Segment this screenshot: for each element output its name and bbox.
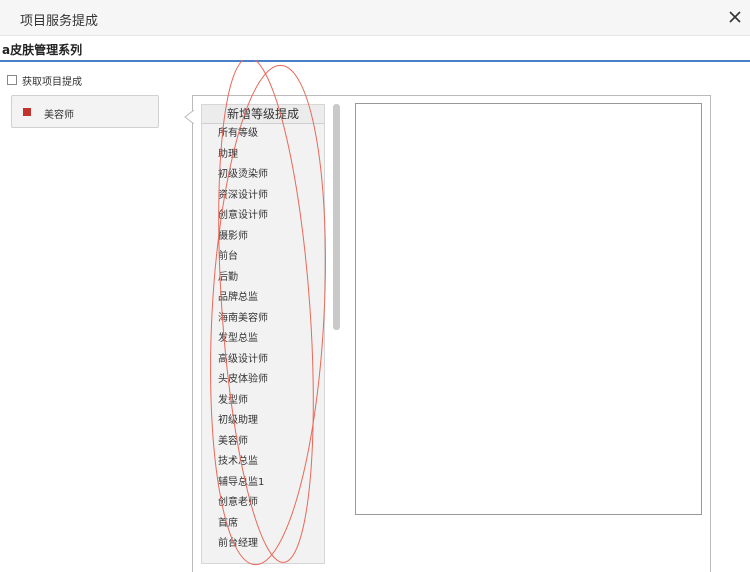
- level-item[interactable]: 辅导总监1: [202, 473, 324, 494]
- level-item[interactable]: 发型师: [202, 391, 324, 412]
- level-item[interactable]: 初级助理: [202, 411, 324, 432]
- pointer-arrow-icon: [184, 110, 194, 124]
- category-color-swatch: [23, 108, 31, 116]
- level-items: 所有等级 助理 初级烫染师 资深设计师 创意设计师 摄影师 前台 后勤 品牌总监 海南美容师 发型总…: [202, 124, 324, 555]
- level-item[interactable]: 美容师: [202, 432, 324, 453]
- fetch-commission-checkbox[interactable]: [7, 75, 17, 85]
- fetch-commission-row[interactable]: 获取项目提成: [7, 72, 82, 88]
- level-item[interactable]: 助理: [202, 145, 324, 166]
- level-item[interactable]: 前台经理: [202, 534, 324, 555]
- dialog-titlebar: 项目服务提成: [0, 0, 750, 36]
- project-commission-dialog: 项目服务提成 a皮肤管理系列 获取项目提成 美容师 新增等级提成 所有等级 助理初…: [0, 0, 750, 572]
- add-level-commission-button[interactable]: 新增等级提成: [202, 105, 324, 124]
- level-item[interactable]: 高级设计师: [202, 350, 324, 371]
- level-item[interactable]: 创意老师: [202, 493, 324, 514]
- dialog-title: 项目服务提成: [20, 14, 99, 29]
- level-item[interactable]: 技术总监: [202, 452, 324, 473]
- category-item-beautician[interactable]: 美容师: [11, 95, 159, 128]
- level-item[interactable]: 发型总监: [202, 329, 324, 350]
- series-tab-bar: a皮肤管理系列: [0, 36, 750, 62]
- fetch-commission-label: 获取项目提成: [22, 76, 82, 88]
- level-item[interactable]: 所有等级: [202, 124, 324, 145]
- level-item[interactable]: 摄影师: [202, 227, 324, 248]
- level-item[interactable]: 首席: [202, 514, 324, 535]
- level-list-scrollbar[interactable]: [333, 104, 340, 330]
- level-item[interactable]: 品牌总监: [202, 288, 324, 309]
- category-label: 美容师: [44, 110, 74, 121]
- level-item[interactable]: 前台: [202, 247, 324, 268]
- level-item[interactable]: 资深设计师: [202, 186, 324, 207]
- level-item[interactable]: 海南美容师: [202, 309, 324, 330]
- tab-skin-management-series[interactable]: a皮肤管理系列: [2, 41, 82, 58]
- level-item[interactable]: 创意设计师: [202, 206, 324, 227]
- level-item[interactable]: 头皮体验师: [202, 370, 324, 391]
- level-item[interactable]: 后勤: [202, 268, 324, 289]
- commission-detail-box: [355, 103, 702, 515]
- level-list: 新增等级提成 所有等级 助理 初级烫染师 资深设计师 创意设计师 摄影师 前台 后勤 品牌总监海…: [201, 104, 325, 564]
- level-item[interactable]: 初级烫染师: [202, 165, 324, 186]
- tab-underline: [0, 60, 750, 62]
- close-icon[interactable]: [726, 8, 744, 26]
